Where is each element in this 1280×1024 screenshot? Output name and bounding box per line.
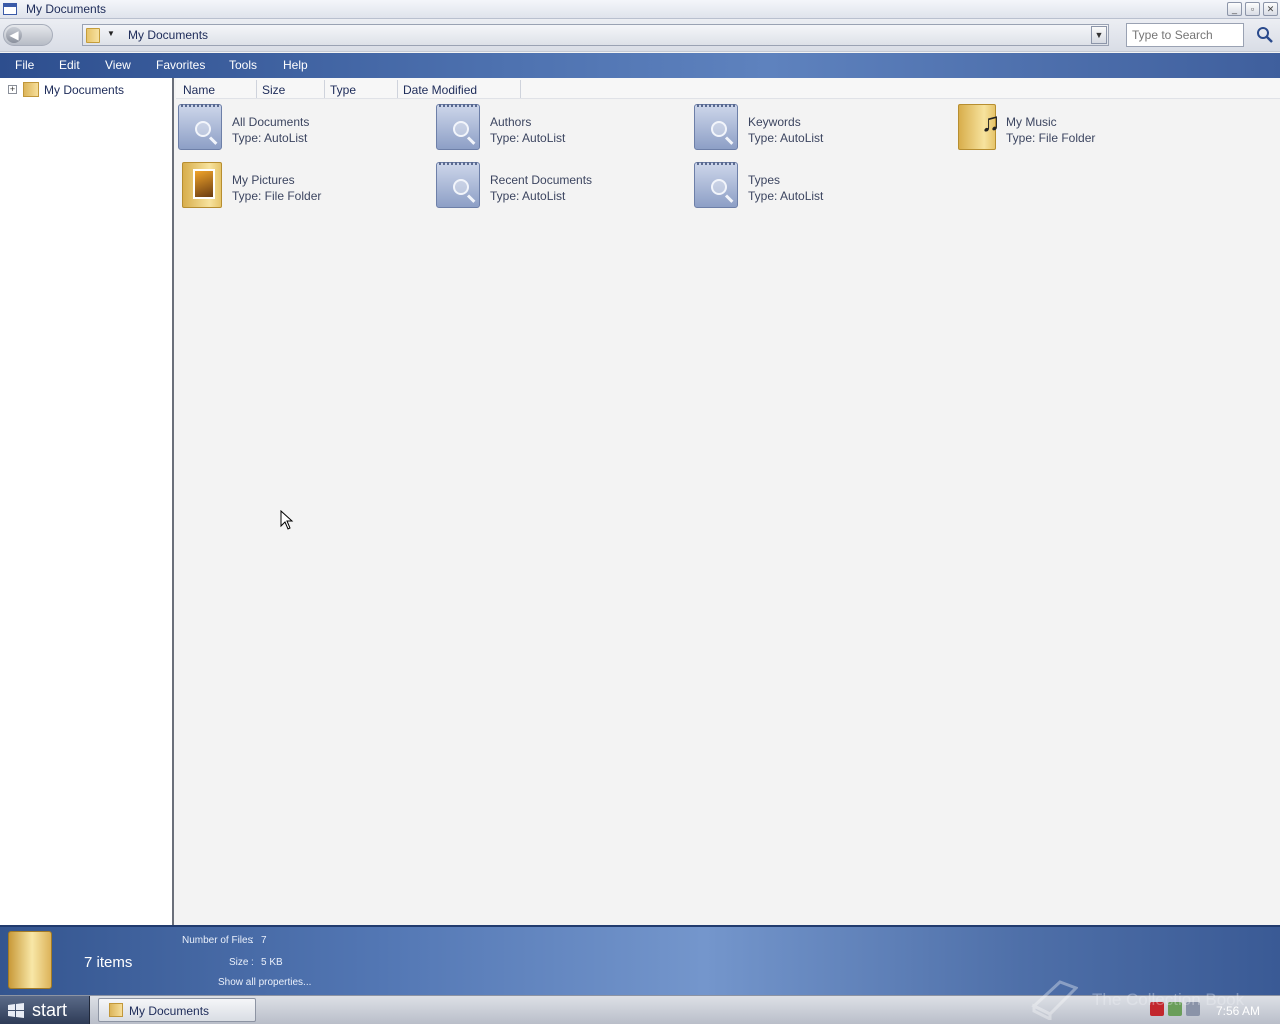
folder-icon (86, 28, 100, 43)
size-label: Size (229, 957, 249, 968)
mouse-cursor-icon (280, 510, 294, 530)
item-count: 7 items (84, 954, 133, 971)
back-button[interactable]: ◀ (6, 27, 22, 43)
file-type: Type: AutoList (490, 189, 566, 203)
property-separator: : (251, 935, 254, 946)
file-item-all-documents[interactable]: All Documents Type: AutoList (176, 102, 426, 154)
menu-favorites[interactable]: Favorites (156, 58, 205, 72)
file-item-recent-documents[interactable]: Recent Documents Type: AutoList (434, 160, 684, 212)
address-bar[interactable]: ▼ My Documents ▼ (82, 24, 1109, 46)
menu-view[interactable]: View (105, 58, 131, 72)
window-controls: _ ▫ ✕ (1227, 2, 1278, 16)
number-of-files-value: 7 (261, 935, 267, 946)
file-type: Type: File Folder (232, 189, 322, 203)
autolist-icon (436, 104, 480, 150)
file-name: Authors (490, 115, 532, 129)
menu-edit[interactable]: Edit (59, 58, 80, 72)
column-header-name[interactable]: Name (183, 83, 215, 97)
file-name: My Music (1006, 115, 1057, 129)
music-folder-icon: ♫ (958, 104, 1001, 150)
minimize-button[interactable]: _ (1227, 2, 1242, 16)
column-divider[interactable] (397, 80, 398, 98)
address-path[interactable]: My Documents (128, 28, 208, 42)
address-dropdown-button[interactable]: ▼ (1091, 26, 1107, 44)
navigation-buttons: ◀ (3, 24, 53, 46)
file-name: My Pictures (232, 173, 295, 187)
file-name: Types (748, 173, 781, 187)
column-divider[interactable] (324, 80, 325, 98)
file-type: Type: AutoList (232, 131, 308, 145)
folder-icon (109, 1003, 123, 1017)
file-name: All Documents (232, 115, 310, 129)
search-icon[interactable] (1256, 26, 1274, 44)
breadcrumb-arrow-icon[interactable]: ▼ (107, 29, 115, 38)
folder-icon (23, 82, 39, 97)
file-item-authors[interactable]: Authors Type: AutoList (434, 102, 684, 154)
autolist-icon (694, 104, 738, 150)
watermark: The Collection Book (1030, 970, 1270, 1020)
taskbar-item-my-documents[interactable]: My Documents (98, 998, 256, 1022)
column-header-date-modified[interactable]: Date Modified (403, 83, 477, 97)
file-type: Type: AutoList (490, 131, 566, 145)
menu-tools[interactable]: Tools (229, 58, 257, 72)
column-header-type[interactable]: Type (330, 83, 356, 97)
file-type: Type: File Folder (1006, 131, 1096, 145)
search-input[interactable] (1126, 23, 1244, 47)
window-icon[interactable] (3, 3, 17, 15)
file-item-my-pictures[interactable]: My Pictures Type: File Folder (176, 160, 426, 212)
column-divider[interactable] (520, 80, 521, 98)
file-item-my-music[interactable]: ♫ My Music Type: File Folder (950, 102, 1200, 154)
column-header-row: Name Size Type Date Modified (176, 78, 1280, 99)
expand-icon[interactable]: + (8, 85, 17, 94)
file-type: Type: AutoList (748, 189, 824, 203)
start-label: start (32, 1000, 68, 1020)
file-item-types[interactable]: Types Type: AutoList (692, 160, 942, 212)
taskbar-item-label: My Documents (129, 1004, 210, 1018)
file-item-keywords[interactable]: Keywords Type: AutoList (692, 102, 942, 154)
file-name: Recent Documents (490, 173, 593, 187)
book-icon (1031, 980, 1078, 1020)
restore-button[interactable]: ▫ (1245, 2, 1260, 16)
start-button[interactable]: start (0, 996, 90, 1024)
show-all-properties-link[interactable]: Show all properties... (218, 977, 311, 988)
windows-logo-icon (8, 1003, 24, 1018)
number-of-files-label: Number of Files (182, 935, 253, 946)
autolist-icon (178, 104, 222, 150)
size-value: 5 KB (261, 957, 283, 968)
menu-help[interactable]: Help (283, 58, 308, 72)
column-header-size[interactable]: Size (262, 83, 285, 97)
file-list: Name Size Type Date Modified All Documen… (176, 78, 1280, 925)
pictures-folder-icon (182, 162, 222, 208)
window-title: My Documents (26, 2, 107, 16)
folder-icon (8, 931, 52, 989)
autolist-icon (436, 162, 480, 208)
property-separator: : (251, 957, 254, 968)
address-bar-region: ◀ ▼ My Documents ▼ (0, 19, 1280, 52)
file-type: Type: AutoList (748, 131, 824, 145)
watermark-text: The Collection Book (1092, 990, 1245, 1009)
tree-item-my-documents[interactable]: My Documents (44, 83, 124, 97)
folder-tree: + My Documents (0, 78, 174, 925)
file-name: Keywords (748, 115, 801, 129)
title-bar: My Documents _ ▫ ✕ (0, 0, 1280, 19)
menu-file[interactable]: File (15, 58, 34, 72)
close-button[interactable]: ✕ (1263, 2, 1278, 16)
column-divider[interactable] (256, 80, 257, 98)
autolist-icon (694, 162, 738, 208)
menu-bar: File Edit View Favorites Tools Help (0, 53, 1280, 78)
